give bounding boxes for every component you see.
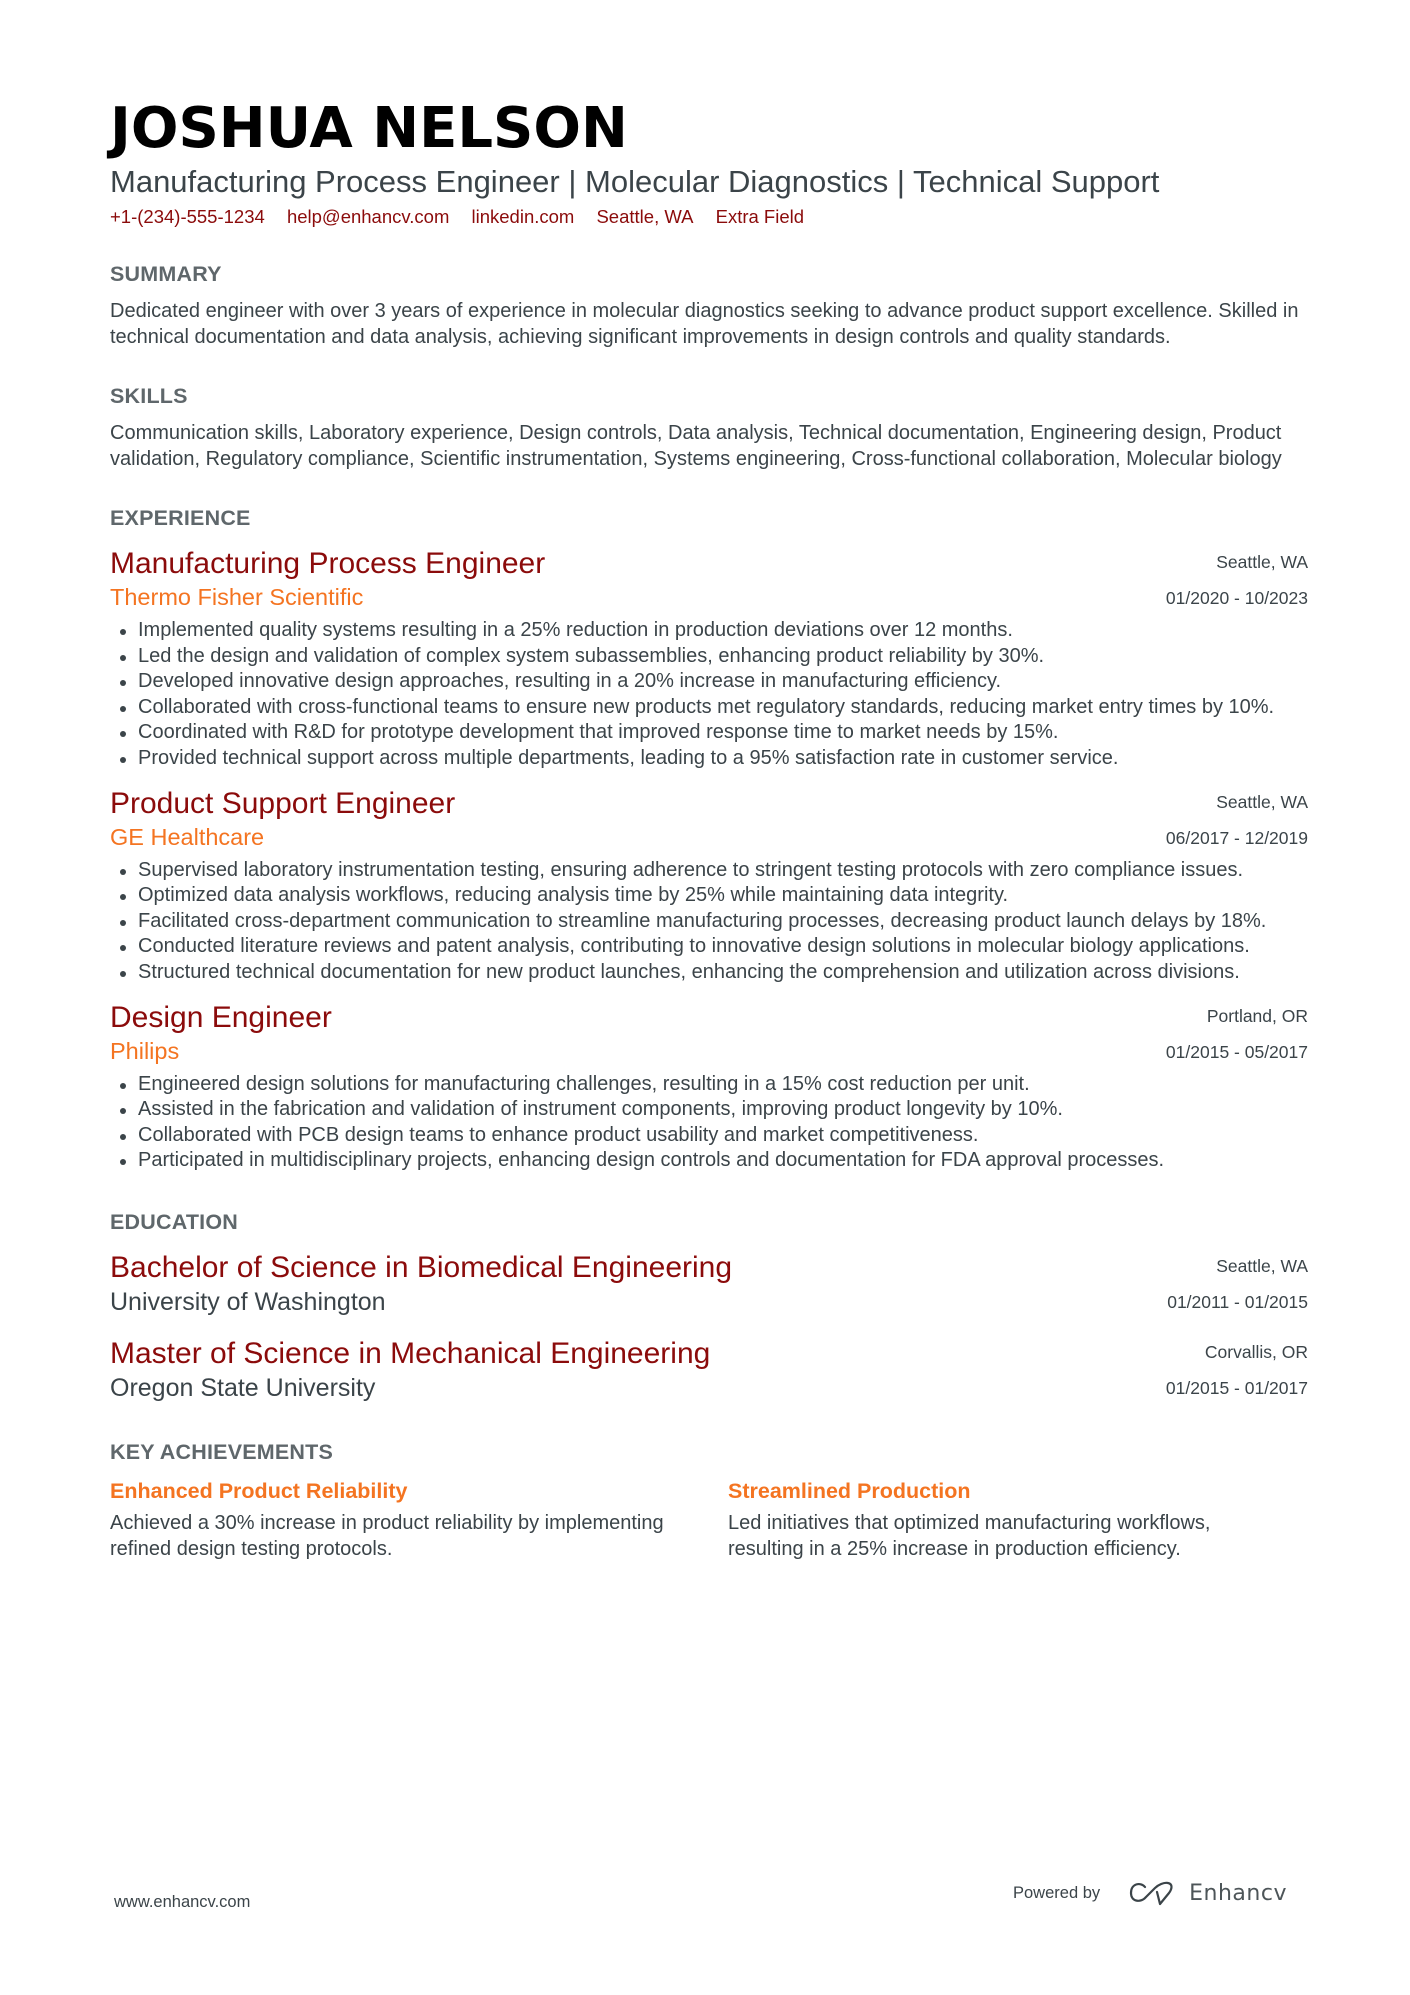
education-meta: Seattle, WA 01/2011 - 01/2015 [1167, 1250, 1308, 1314]
education-dates: 01/2011 - 01/2015 [1167, 1291, 1308, 1312]
achievements-grid: Enhanced Product Reliability Achieved a … [110, 1476, 1308, 1562]
degree-title: Bachelor of Science in Biomedical Engine… [110, 1250, 733, 1284]
resume-header: JOSHUA NELSON Manufacturing Process Engi… [110, 96, 1308, 230]
bullet-item: Provided technical support across multip… [110, 746, 1308, 772]
bullet-item: Coordinated with R&D for prototype devel… [110, 720, 1308, 746]
bullet-item: Led the design and validation of complex… [110, 644, 1308, 670]
contact-email[interactable]: help@enhancv.com [287, 206, 449, 227]
contact-info: +1-(234)-555-1234 help@enhancv.com linke… [110, 204, 1308, 230]
education-location: Corvallis, OR [1204, 1341, 1308, 1362]
job-meta: Seattle, WA 01/2020 - 10/2023 [1166, 546, 1308, 610]
job-dates: 06/2017 - 12/2019 [1165, 827, 1308, 848]
resume-page: JOSHUA NELSON Manufacturing Process Engi… [110, 96, 1308, 1562]
education-entry: Master of Science in Mechanical Engineer… [110, 1336, 1308, 1404]
section-title-education: EDUCATION [110, 1209, 239, 1234]
job-dates: 01/2020 - 10/2023 [1165, 588, 1308, 608]
experience-entry: Product Support Engineer GE Healthcare S… [110, 786, 1308, 986]
education-location: Seattle, WA [1216, 1255, 1308, 1276]
job-location: Portland, OR [1206, 1005, 1308, 1026]
section-title-skills: SKILLS [110, 384, 188, 408]
job-meta: Portland, OR 01/2015 - 05/2017 [1166, 1000, 1308, 1064]
contact-phone[interactable]: +1-(234)-555-1234 [110, 206, 265, 227]
experience-entry: Design Engineer Philips Portland, OR 01/… [110, 1000, 1308, 1174]
skills-section: SKILLS Communication skills, Laboratory … [110, 382, 1308, 472]
contact-extra-field: Extra Field [715, 206, 805, 227]
section-title-experience: EXPERIENCE [110, 506, 251, 530]
section-title-achievements: KEY ACHIEVEMENTS [110, 1439, 334, 1464]
education-section: EDUCATION Bachelor of Science in Biomedi… [110, 1208, 1308, 1404]
bullet-item: Engineered design solutions for manufact… [110, 1072, 1308, 1098]
job-location: Seattle, WA [1216, 791, 1308, 812]
achievement-item: Streamlined Production Led initiatives t… [728, 1476, 1288, 1562]
achievements-section: KEY ACHIEVEMENTS Enhanced Product Reliab… [110, 1438, 1308, 1562]
section-title-summary: SUMMARY [110, 262, 222, 286]
job-dates: 01/2015 - 05/2017 [1165, 1041, 1308, 1062]
bullet-item: Supervised laboratory instrumentation te… [110, 858, 1308, 884]
school-name: University of Washington [110, 1287, 386, 1316]
job-bullets: Engineered design solutions for manufact… [110, 1072, 1308, 1174]
skills-text: Communication skills, Laboratory experie… [110, 422, 1282, 470]
bullet-item: Structured technical documentation for n… [110, 960, 1308, 986]
experience-entry: Manufacturing Process Engineer Thermo Fi… [110, 546, 1308, 772]
degree-title: Master of Science in Mechanical Engineer… [110, 1336, 711, 1370]
job-title: Manufacturing Process Engineer [110, 547, 546, 580]
company-name: GE Healthcare [110, 823, 265, 850]
job-meta: Seattle, WA 06/2017 - 12/2019 [1166, 786, 1308, 850]
school-name: Oregon State University [110, 1373, 376, 1402]
company-name: Philips [110, 1037, 180, 1064]
experience-section: EXPERIENCE Manufacturing Process Enginee… [110, 504, 1308, 1174]
achievement-description: Achieved a 30% increase in product relia… [110, 1511, 664, 1560]
footer-branding: Powered by Enhancv [1013, 1880, 1287, 1906]
footer-website-link[interactable]: www.enhancv.com [114, 1893, 250, 1912]
summary-text: Dedicated engineer with over 3 years of … [110, 300, 1299, 348]
company-name: Thermo Fisher Scientific [110, 584, 364, 610]
powered-by-label: Powered by [1013, 1883, 1101, 1902]
bullet-item: Conducted literature reviews and patent … [110, 934, 1308, 960]
bullet-item: Collaborated with PCB design teams to en… [110, 1123, 1308, 1149]
enhancv-logo-text[interactable]: Enhancv [1189, 1881, 1287, 1906]
job-bullets: Implemented quality systems resulting in… [110, 618, 1308, 772]
enhancv-logo-icon [1130, 1881, 1173, 1906]
summary-section: SUMMARY Dedicated engineer with over 3 y… [110, 260, 1308, 350]
job-location: Seattle, WA [1216, 552, 1308, 572]
bullet-item: Assisted in the fabrication and validati… [110, 1097, 1308, 1123]
bullet-item: Participated in multidisciplinary projec… [110, 1148, 1308, 1174]
education-meta: Corvallis, OR 01/2015 - 01/2017 [1166, 1336, 1308, 1400]
bullet-item: Facilitated cross-department communicati… [110, 909, 1308, 935]
contact-location: Seattle, WA [596, 206, 694, 227]
achievement-description: Led initiatives that optimized manufactu… [728, 1511, 1211, 1560]
bullet-item: Optimized data analysis workflows, reduc… [110, 883, 1308, 909]
bullet-item: Developed innovative design approaches, … [110, 669, 1308, 695]
education-entry: Bachelor of Science in Biomedical Engine… [110, 1250, 1308, 1318]
contact-linkedin[interactable]: linkedin.com [472, 206, 575, 227]
achievement-title: Streamlined Production [728, 1478, 971, 1503]
bullet-item: Implemented quality systems resulting in… [110, 618, 1308, 644]
candidate-name: JOSHUA NELSON [110, 96, 628, 161]
candidate-headline: Manufacturing Process Engineer | Molecul… [110, 164, 1160, 199]
job-bullets: Supervised laboratory instrumentation te… [110, 858, 1308, 986]
job-title: Product Support Engineer [110, 786, 456, 820]
bullet-item: Collaborated with cross-functional teams… [110, 695, 1308, 721]
achievement-item: Enhanced Product Reliability Achieved a … [110, 1476, 728, 1562]
achievement-title: Enhanced Product Reliability [110, 1478, 408, 1503]
education-dates: 01/2015 - 01/2017 [1165, 1377, 1308, 1398]
job-title: Design Engineer [110, 1000, 332, 1034]
